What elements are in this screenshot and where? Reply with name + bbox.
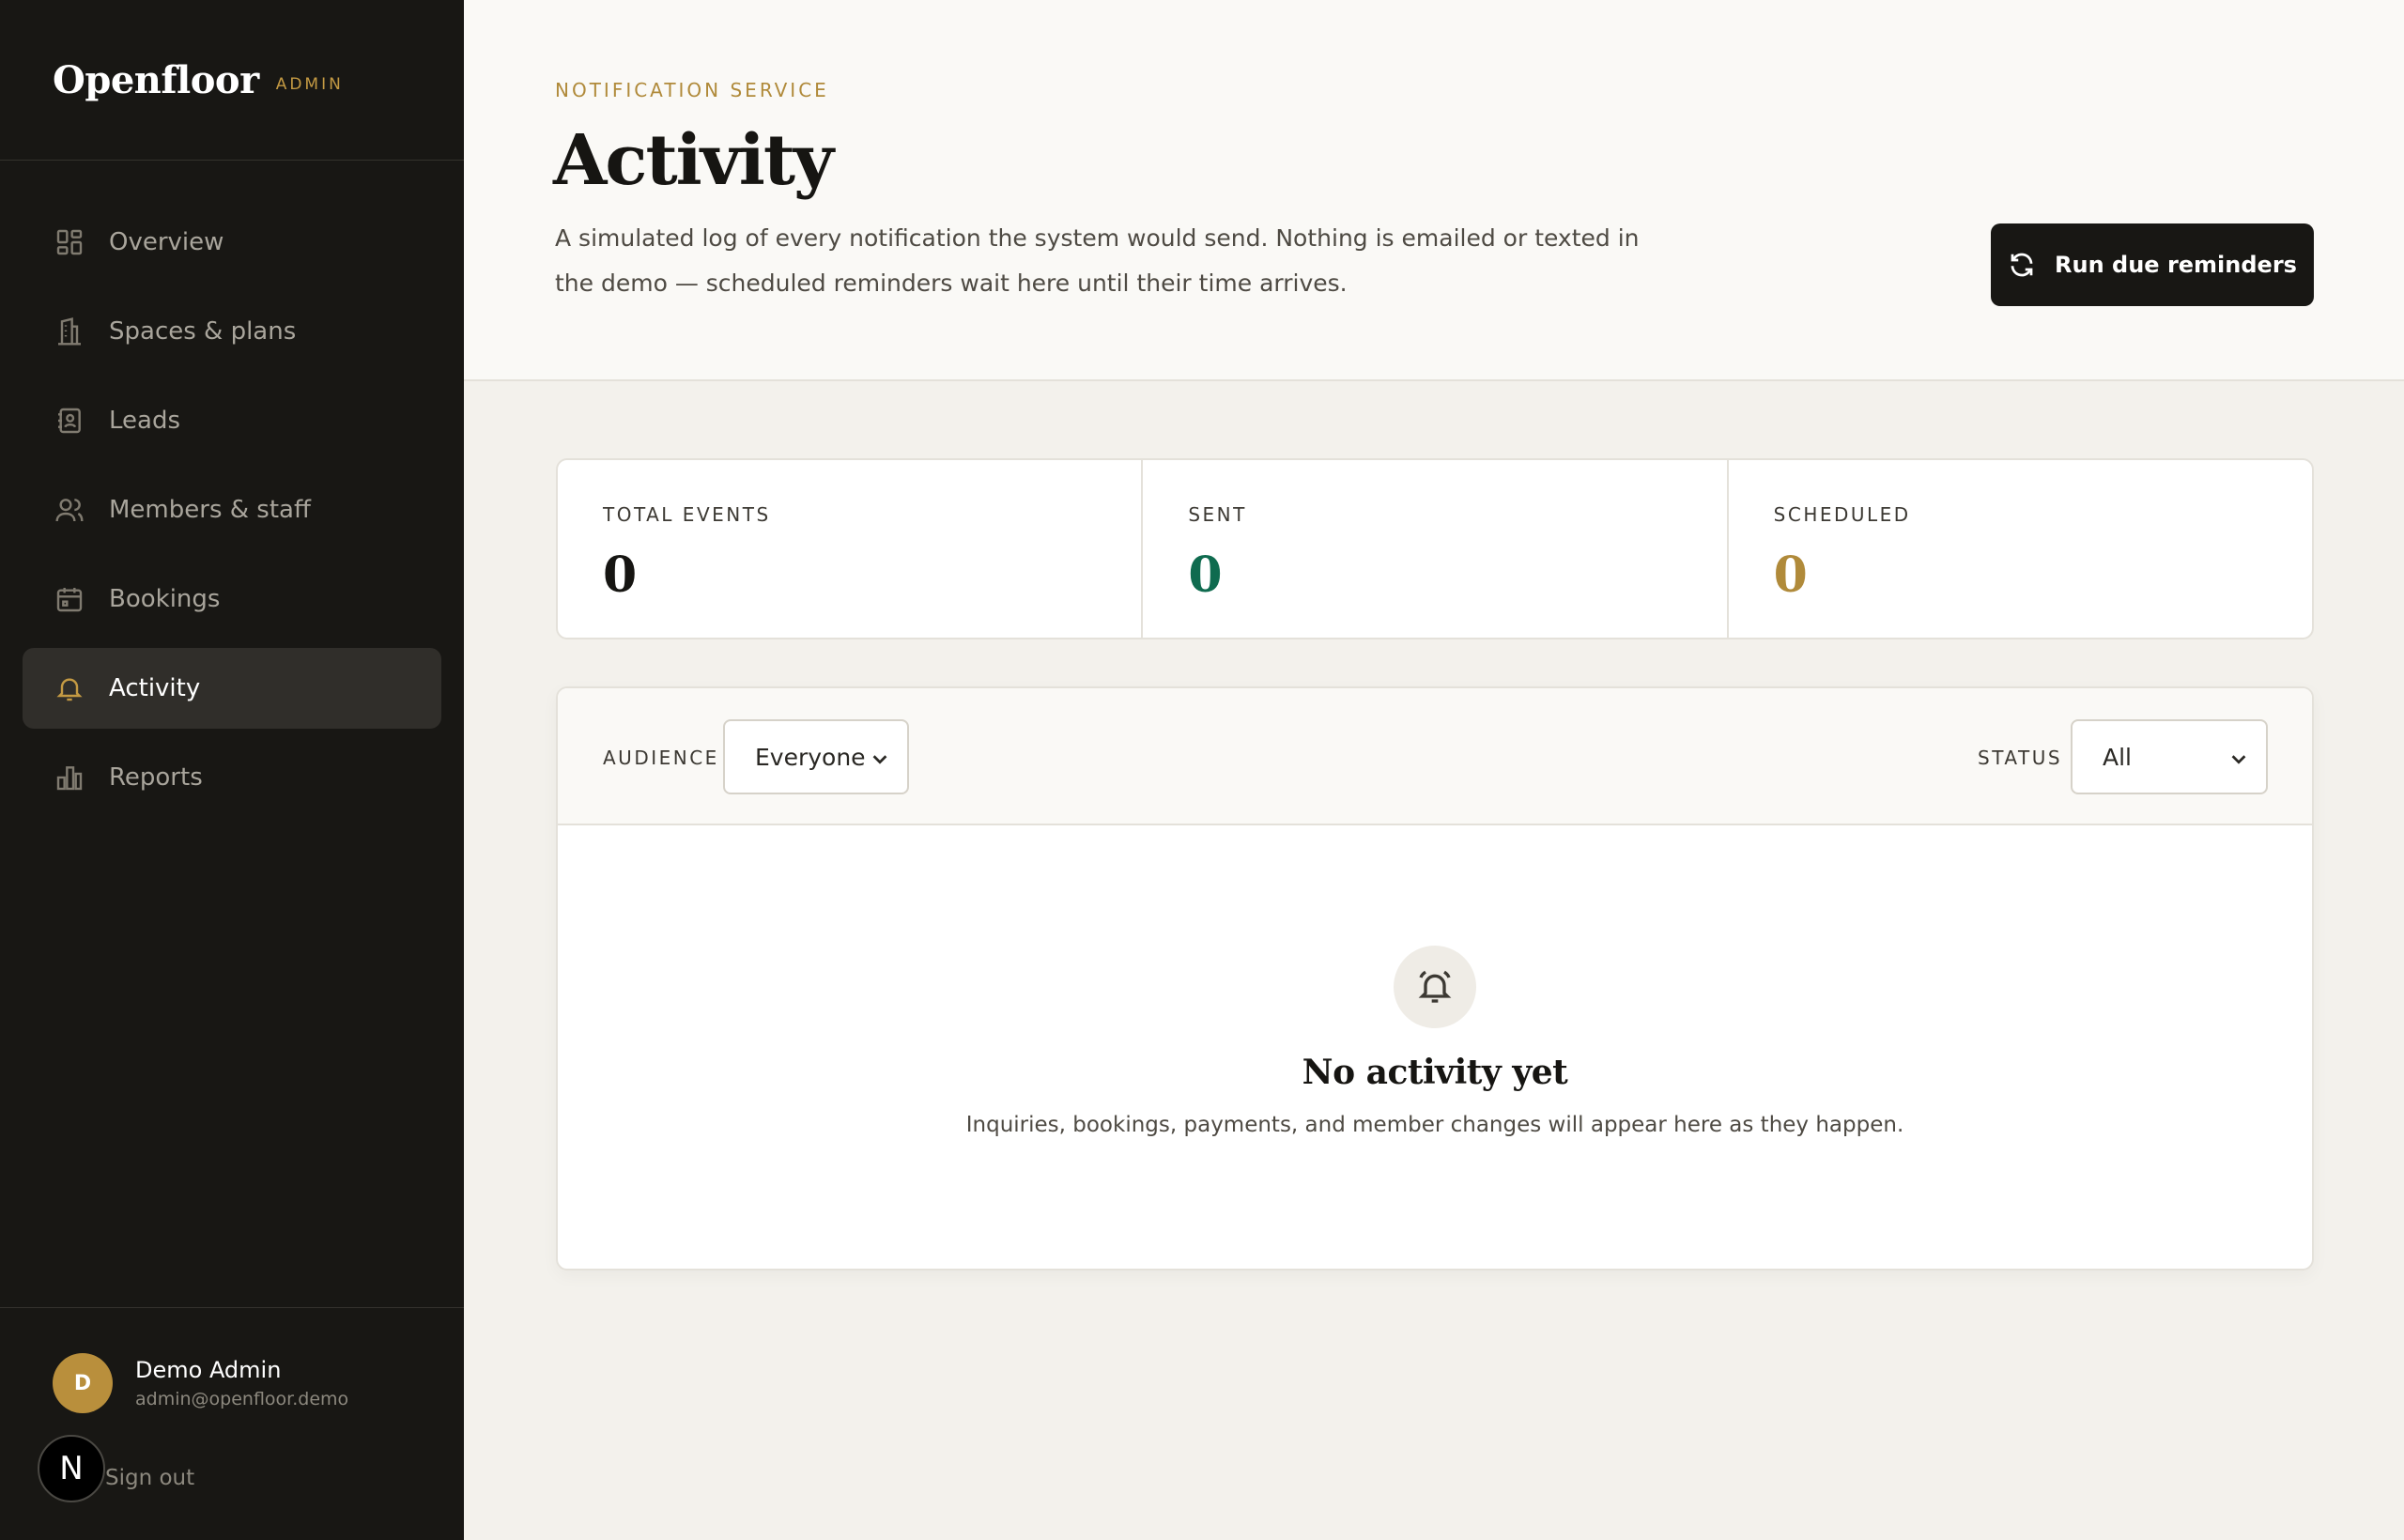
page-header: NOTIFICATION SERVICE Activity A simulate… <box>464 0 2404 381</box>
empty-state-title: No activity yet <box>1302 1053 1568 1092</box>
stat-label: SENT <box>1188 503 1247 526</box>
stat-value: 0 <box>1188 547 1223 604</box>
sign-out-button[interactable]: Sign out <box>105 1466 194 1490</box>
brand-tag: ADMIN <box>275 75 344 94</box>
chevron-down-icon <box>2228 747 2249 768</box>
empty-state-text: Inquiries, bookings, payments, and membe… <box>965 1113 1904 1137</box>
sidebar-item-label: Activity <box>109 674 201 702</box>
sidebar-item-spaces-plans[interactable]: Spaces & plans <box>23 291 441 372</box>
chevron-down-icon <box>870 747 890 768</box>
stat-scheduled: SCHEDULED 0 <box>1729 460 2312 638</box>
user-profile: D Demo Admin admin@openfloor.demo <box>53 1353 348 1413</box>
sidebar-item-activity[interactable]: Activity <box>23 648 441 729</box>
sidebar-item-overview[interactable]: Overview <box>23 202 441 283</box>
status-select[interactable]: All <box>2071 719 2268 794</box>
sidebar-item-label: Leads <box>109 407 181 435</box>
stat-value: 0 <box>1773 547 1808 604</box>
contact-book-icon <box>54 406 85 436</box>
stat-sent: SENT 0 <box>1143 460 1729 638</box>
audience-label: AUDIENCE <box>603 747 719 769</box>
status-label: STATUS <box>1978 747 2063 769</box>
stat-total-events: TOTAL EVENTS 0 <box>558 460 1144 638</box>
user-name: Demo Admin <box>135 1357 282 1383</box>
sidebar-item-bookings[interactable]: Bookings <box>23 559 441 639</box>
users-icon <box>54 495 85 525</box>
brand[interactable]: Openfloor ADMIN <box>0 0 464 161</box>
refresh-icon <box>2011 253 2033 277</box>
sidebar-item-label: Bookings <box>109 585 221 613</box>
activity-panel: AUDIENCE Everyone STATUS All No activity… <box>556 686 2314 1270</box>
layout-grid-icon <box>54 227 85 257</box>
sidebar-nav: Overview Spaces & plans Leads Members & … <box>23 202 441 826</box>
brand-name: Openfloor <box>53 57 259 102</box>
audience-select-value: Everyone <box>755 743 866 771</box>
building-icon <box>54 316 85 346</box>
avatar: D <box>53 1353 113 1413</box>
stat-value: 0 <box>603 547 638 604</box>
sidebar-item-reports[interactable]: Reports <box>23 737 441 818</box>
status-select-value: All <box>2103 743 2132 771</box>
run-due-reminders-label: Run due reminders <box>2055 252 2297 278</box>
sidebar-item-leads[interactable]: Leads <box>23 380 441 461</box>
sidebar-footer: D Demo Admin admin@openfloor.demo Sign o… <box>0 1307 464 1540</box>
sidebar-item-label: Overview <box>109 228 224 256</box>
stats-card: TOTAL EVENTS 0 SENT 0 SCHEDULED 0 <box>556 458 2314 639</box>
page-eyebrow: NOTIFICATION SERVICE <box>555 79 829 101</box>
empty-state: No activity yet Inquiries, bookings, pay… <box>558 825 2312 1269</box>
stat-label: TOTAL EVENTS <box>603 503 771 526</box>
sidebar: Openfloor ADMIN Overview Spaces & plans … <box>0 0 464 1540</box>
stat-label: SCHEDULED <box>1773 503 1911 526</box>
sidebar-item-label: Spaces & plans <box>109 317 297 346</box>
sidebar-item-members-staff[interactable]: Members & staff <box>23 470 441 550</box>
audience-select[interactable]: Everyone <box>723 719 909 794</box>
dev-tools-badge[interactable]: N <box>38 1435 105 1502</box>
sidebar-item-label: Reports <box>109 763 203 792</box>
page-description: A simulated log of every notification th… <box>555 224 1640 297</box>
bar-chart-icon <box>54 762 85 793</box>
user-email: admin@openfloor.demo <box>135 1389 349 1409</box>
page-title: Activity <box>553 120 834 201</box>
filter-bar: AUDIENCE Everyone STATUS All <box>558 688 2312 825</box>
sidebar-item-label: Members & staff <box>109 496 311 524</box>
calendar-icon <box>54 584 85 614</box>
run-due-reminders-button[interactable]: Run due reminders <box>1991 223 2314 306</box>
bell-ring-icon <box>1394 946 1476 1028</box>
bell-icon <box>54 673 85 703</box>
